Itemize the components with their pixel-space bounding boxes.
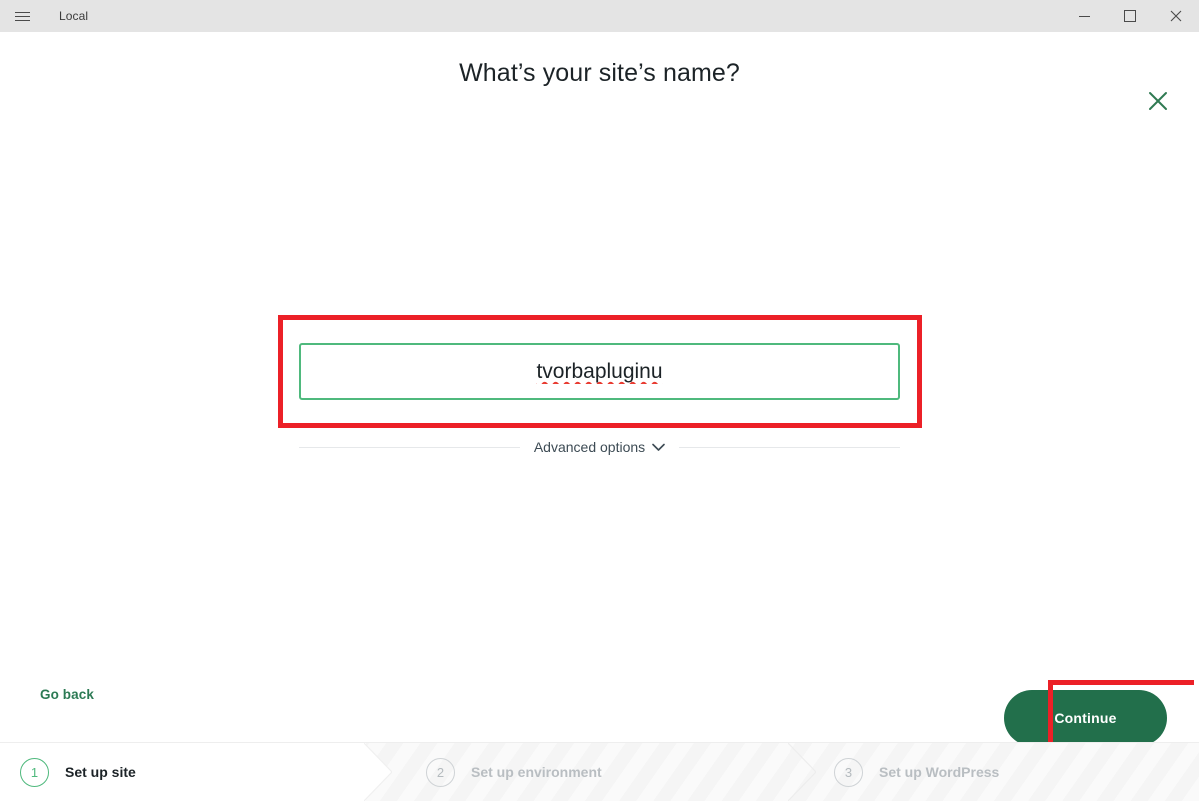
- window-minimize-button[interactable]: [1061, 0, 1107, 32]
- maximize-icon: [1124, 10, 1136, 22]
- advanced-options-toggle[interactable]: Advanced options: [299, 436, 900, 458]
- setup-content-area: What’s your site’s name? Advanced option…: [0, 32, 1199, 757]
- window-controls: [1061, 0, 1199, 32]
- advanced-options-label: Advanced options: [533, 439, 646, 455]
- dialog-close-button[interactable]: [1143, 86, 1173, 116]
- setup-step-bar: 1 Set up site 2 Set up environment 3 Set…: [0, 742, 1199, 801]
- close-icon: [1170, 10, 1182, 22]
- divider-left: [299, 446, 520, 448]
- chevron-down-icon: [652, 443, 665, 451]
- hamburger-line: [14, 11, 30, 13]
- go-back-button[interactable]: Go back: [40, 687, 94, 702]
- advanced-options-center: Advanced options: [534, 439, 665, 455]
- hamburger-line: [14, 15, 30, 17]
- site-name-input[interactable]: [301, 359, 898, 384]
- window-close-button[interactable]: [1153, 0, 1199, 32]
- divider-right: [679, 446, 900, 448]
- step-item-set-up-site[interactable]: 1 Set up site: [0, 743, 392, 801]
- local-app-window: Local What’s your site’s name? tvorbaplu…: [0, 0, 1199, 801]
- step-number-badge: 1: [20, 757, 49, 787]
- window-maximize-button[interactable]: [1107, 0, 1153, 32]
- step-item-set-up-wordpress[interactable]: 3 Set up WordPress: [790, 743, 1199, 801]
- page-title: What’s your site’s name?: [459, 59, 740, 87]
- app-title: Local: [59, 9, 89, 23]
- step-label: Set up site: [65, 764, 136, 780]
- step-number-badge: 2: [426, 757, 455, 787]
- minimize-icon: [1078, 15, 1090, 17]
- hamburger-menu-icon[interactable]: [0, 0, 44, 32]
- window-titlebar: Local: [0, 0, 1199, 32]
- hamburger-line: [14, 19, 30, 21]
- step-label: Set up WordPress: [879, 764, 1000, 780]
- step-item-set-up-environment[interactable]: 2 Set up environment: [366, 743, 816, 801]
- site-name-input-wrapper[interactable]: [299, 343, 900, 400]
- step-number-badge: 3: [834, 757, 863, 787]
- step-label: Set up environment: [471, 764, 602, 780]
- close-icon: [1149, 92, 1167, 110]
